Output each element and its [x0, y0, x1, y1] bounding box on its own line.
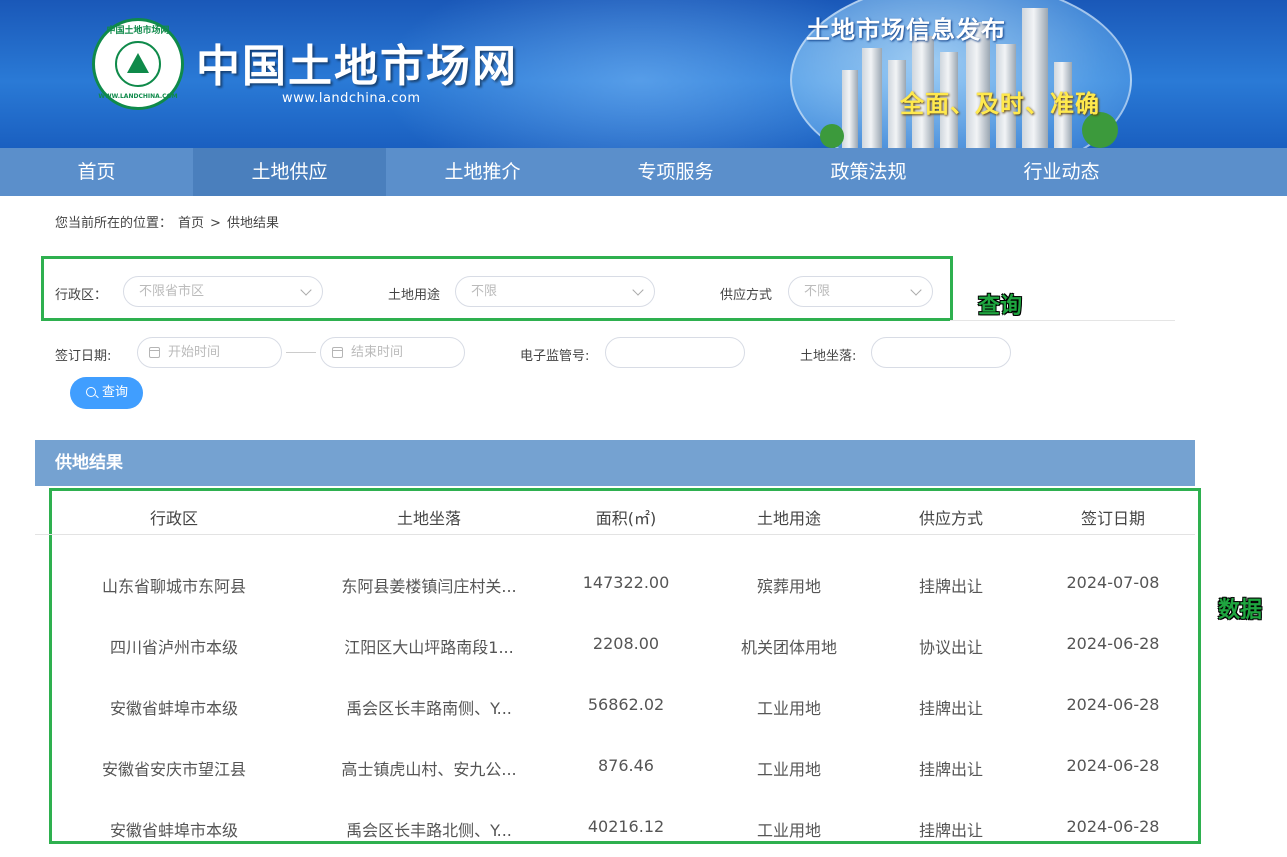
- table-header-divider: [35, 534, 1195, 535]
- calendar-icon: [332, 347, 343, 358]
- search-icon: [86, 387, 96, 397]
- cell-supply-method: 挂牌出让: [918, 699, 983, 718]
- supply-method-label: 供应方式: [720, 288, 773, 303]
- location-label: 土地坐落:: [800, 349, 857, 364]
- date-range-separator: [286, 352, 316, 353]
- nav-item-policies[interactable]: 政策法规: [772, 148, 965, 196]
- region-label: 行政区：: [55, 288, 108, 303]
- land-use-label: 土地用途: [388, 288, 441, 303]
- column-header-location: 土地坐落: [396, 509, 461, 528]
- building-image: [1022, 8, 1048, 148]
- cell-area: 876.46: [598, 756, 654, 775]
- building-image: [862, 48, 882, 148]
- nav-item-industry-news[interactable]: 行业动态: [965, 148, 1158, 196]
- chevron-down-icon: [910, 284, 922, 296]
- column-header-supply-method: 供应方式: [918, 509, 983, 528]
- region-select[interactable]: 不限省市区: [123, 276, 323, 307]
- cell-sign-date: 2024-06-28: [1066, 756, 1160, 775]
- land-use-placeholder: 不限: [471, 284, 498, 299]
- main-nav: 首页 土地供应 土地推介 专项服务 政策法规 行业动态: [0, 148, 1287, 196]
- cell-supply-method: 挂牌出让: [918, 760, 983, 779]
- data-highlight-box: [49, 488, 1201, 844]
- site-title: 中国土地市场网: [196, 41, 518, 92]
- cell-region: 山东省聊城市东阿县: [101, 577, 246, 596]
- cell-area: 40216.12: [587, 817, 665, 836]
- chevron-down-icon: [632, 284, 644, 296]
- start-date-placeholder: 开始时间: [168, 345, 221, 360]
- cell-location[interactable]: 东阿县姜楼镇闫庄村关...: [329, 573, 529, 597]
- cell-region: 安徽省安庆市望江县: [101, 760, 246, 779]
- column-header-land-use: 土地用途: [756, 509, 821, 528]
- breadcrumb-current: 供地结果: [226, 216, 279, 231]
- logo-text-bottom: WWW.LANDCHINA.COM: [98, 93, 178, 100]
- ad-subtitle: 全面、及时、准确: [900, 90, 1100, 118]
- search-button-label: 查询: [102, 385, 129, 400]
- cell-location[interactable]: 禹会区长丰路南侧、Y...: [329, 695, 529, 719]
- cell-land-use: 机关团体用地: [740, 638, 837, 657]
- start-date-input[interactable]: 开始时间: [137, 337, 282, 368]
- tree-image: [820, 124, 844, 148]
- filter-divider: [950, 320, 1175, 321]
- breadcrumb-home-link[interactable]: 首页: [178, 216, 204, 231]
- location-input[interactable]: [871, 337, 1011, 368]
- column-header-region: 行政区: [149, 509, 198, 528]
- column-header-sign-date: 签订日期: [1080, 509, 1145, 528]
- cell-area: 2208.00: [592, 634, 660, 653]
- sign-date-label: 签订日期:: [55, 349, 112, 364]
- breadcrumb: 您当前所在的位置： 首页 > 供地结果: [55, 212, 285, 231]
- search-button[interactable]: 查询: [70, 377, 143, 409]
- cell-land-use: 工业用地: [756, 821, 821, 840]
- cell-location[interactable]: 高士镇虎山村、安九公...: [329, 756, 529, 780]
- end-date-input[interactable]: 结束时间: [320, 337, 465, 368]
- cell-area: 56862.02: [587, 695, 665, 714]
- nav-item-land-supply[interactable]: 土地供应: [193, 148, 386, 196]
- cell-region: 四川省泸州市本级: [109, 638, 238, 657]
- logo-triangle-icon: [127, 53, 149, 73]
- calendar-icon: [149, 347, 160, 358]
- breadcrumb-label: 您当前所在的位置：: [55, 216, 173, 231]
- monitor-number-input[interactable]: [605, 337, 745, 368]
- supply-method-select[interactable]: 不限: [788, 276, 933, 307]
- cell-land-use: 工业用地: [756, 760, 821, 779]
- logo-emblem: [115, 41, 161, 87]
- supply-method-placeholder: 不限: [804, 284, 831, 299]
- nav-item-land-promotion[interactable]: 土地推介: [386, 148, 579, 196]
- cell-supply-method: 挂牌出让: [918, 577, 983, 596]
- cell-region: 安徽省蚌埠市本级: [109, 821, 238, 840]
- cell-region: 安徽省蚌埠市本级: [109, 699, 238, 718]
- land-use-select[interactable]: 不限: [455, 276, 655, 307]
- breadcrumb-separator: >: [210, 216, 221, 231]
- cell-sign-date: 2024-07-08: [1066, 573, 1160, 592]
- site-banner: 中国土地市场网 WWW.LANDCHINA.COM 中国土地市场网 www.la…: [0, 0, 1287, 148]
- cell-land-use: 殡葬用地: [756, 577, 821, 596]
- nav-item-home[interactable]: 首页: [0, 148, 193, 196]
- cell-sign-date: 2024-06-28: [1066, 817, 1160, 836]
- ad-title: 土地市场信息发布: [806, 16, 1006, 44]
- nav-item-special-services[interactable]: 专项服务: [579, 148, 772, 196]
- cell-sign-date: 2024-06-28: [1066, 695, 1160, 714]
- cell-supply-method: 协议出让: [918, 638, 983, 657]
- region-placeholder: 不限省市区: [139, 284, 205, 299]
- data-annotation: 数据: [1218, 598, 1263, 623]
- site-url: www.landchina.com: [282, 91, 421, 106]
- logo-text-top: 中国土地市场网: [106, 26, 170, 36]
- cell-land-use: 工业用地: [756, 699, 821, 718]
- site-logo[interactable]: 中国土地市场网 WWW.LANDCHINA.COM: [92, 18, 184, 110]
- cell-area: 147322.00: [582, 573, 670, 592]
- chevron-down-icon: [300, 284, 312, 296]
- cell-supply-method: 挂牌出让: [918, 821, 983, 840]
- building-image: [842, 70, 858, 148]
- cell-location[interactable]: 禹会区长丰路北侧、Y...: [329, 817, 529, 841]
- cell-location[interactable]: 江阳区大山坪路南段1...: [329, 634, 529, 658]
- results-header: 供地结果: [35, 440, 1195, 486]
- end-date-placeholder: 结束时间: [351, 345, 404, 360]
- column-header-area: 面积(㎡): [595, 509, 657, 528]
- query-annotation: 查询: [978, 294, 1023, 319]
- monitor-number-label: 电子监管号:: [520, 349, 590, 364]
- cell-sign-date: 2024-06-28: [1066, 634, 1160, 653]
